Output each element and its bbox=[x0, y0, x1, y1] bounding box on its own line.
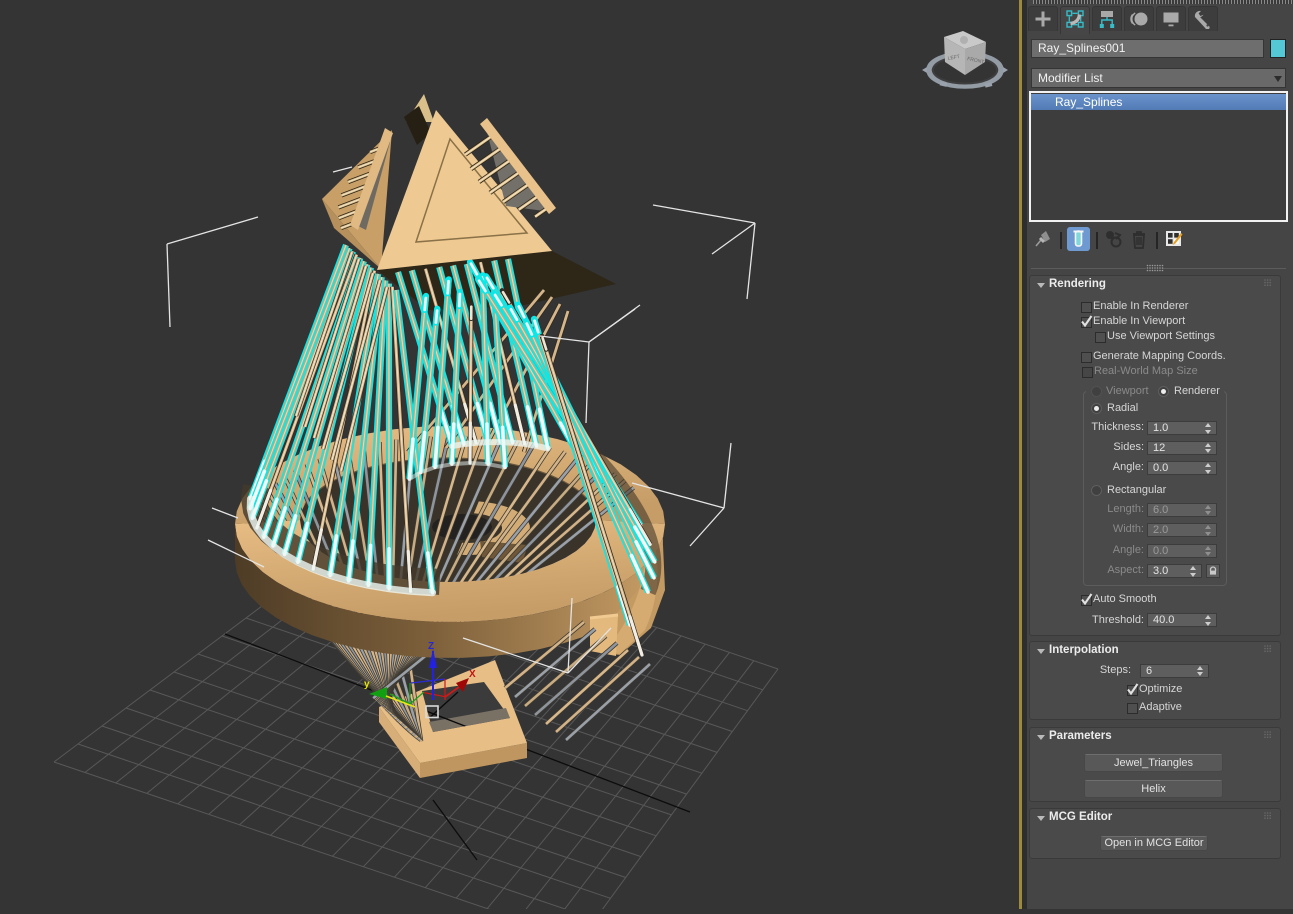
svg-text:Z: Z bbox=[428, 641, 434, 652]
svg-text:X: X bbox=[469, 669, 476, 680]
svg-text:y: y bbox=[364, 679, 370, 690]
